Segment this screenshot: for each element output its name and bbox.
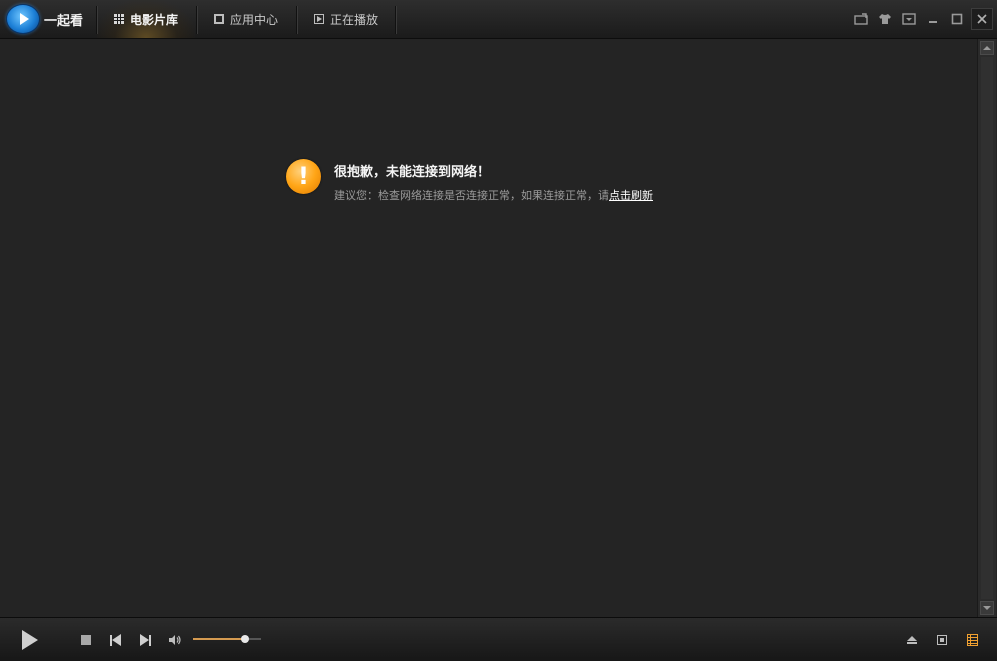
window-controls — [847, 8, 993, 30]
next-button[interactable] — [136, 631, 154, 649]
error-message-text: 建议您：检查网络连接是否连接正常，如果连接正常，请 — [334, 189, 609, 202]
fullscreen-icon — [937, 635, 947, 645]
volume-slider[interactable] — [193, 635, 261, 643]
fullscreen-button[interactable] — [933, 631, 951, 649]
tab-now-playing-label: 正在播放 — [329, 12, 378, 27]
stop-icon — [81, 635, 91, 645]
title-bar: 一起看 电影片库 应用中心 正在播放 — [0, 0, 997, 39]
eject-icon — [907, 636, 917, 644]
scroll-down-button[interactable] — [980, 601, 994, 615]
tab-movie-library[interactable]: 电影片库 — [97, 0, 195, 38]
menu-icon[interactable] — [899, 9, 919, 29]
tab-movie-library-label: 电影片库 — [129, 12, 178, 27]
refresh-link[interactable]: 点击刷新 — [609, 189, 653, 202]
stop-button[interactable] — [77, 631, 95, 649]
tab-now-playing[interactable]: 正在播放 — [297, 0, 395, 38]
volume-fill — [193, 638, 246, 640]
now-playing-icon — [313, 14, 324, 24]
app-icon — [213, 14, 224, 24]
chevron-up-icon — [983, 46, 991, 50]
speaker-icon — [169, 635, 181, 645]
player-control-bar — [0, 617, 997, 661]
skin-icon[interactable] — [875, 9, 895, 29]
previous-icon — [109, 634, 121, 646]
scrollbar-track[interactable] — [981, 57, 993, 599]
volume-button[interactable] — [166, 631, 184, 649]
minimize-icon[interactable] — [923, 9, 943, 29]
next-icon — [139, 634, 151, 646]
playlist-button[interactable] — [963, 631, 981, 649]
play-icon — [22, 630, 38, 650]
content-area: ! 很抱歉，未能连接到网络！ 建议您：检查网络连接是否连接正常，如果连接正常，请… — [0, 39, 976, 617]
scroll-up-button[interactable] — [980, 41, 994, 55]
playlist-icon — [966, 634, 978, 646]
mini-mode-icon[interactable] — [851, 9, 871, 29]
nav-divider — [395, 6, 396, 34]
error-title: 很抱歉，未能连接到网络！ — [334, 165, 491, 180]
open-file-button[interactable] — [903, 631, 921, 649]
previous-button[interactable] — [106, 631, 124, 649]
volume-knob[interactable] — [241, 635, 250, 643]
chevron-down-icon — [983, 606, 991, 610]
error-message: 建议您：检查网络连接是否连接正常，如果连接正常，请点击刷新 — [334, 187, 653, 203]
app-logo[interactable]: 一起看 — [6, 3, 83, 35]
app-name: 一起看 — [44, 13, 84, 29]
app-logo-icon — [6, 4, 40, 34]
maximize-icon[interactable] — [947, 9, 967, 29]
network-error-panel: ! 很抱歉，未能连接到网络！ 建议您：检查网络连接是否连接正常，如果连接正常，请… — [286, 159, 706, 219]
warning-icon: ! — [286, 159, 321, 194]
tab-app-center[interactable]: 应用中心 — [197, 0, 295, 38]
vertical-scrollbar[interactable] — [977, 39, 996, 617]
close-icon[interactable] — [971, 8, 993, 30]
film-grid-icon — [113, 14, 124, 24]
play-button[interactable] — [14, 627, 46, 653]
tab-app-center-label: 应用中心 — [229, 12, 278, 27]
